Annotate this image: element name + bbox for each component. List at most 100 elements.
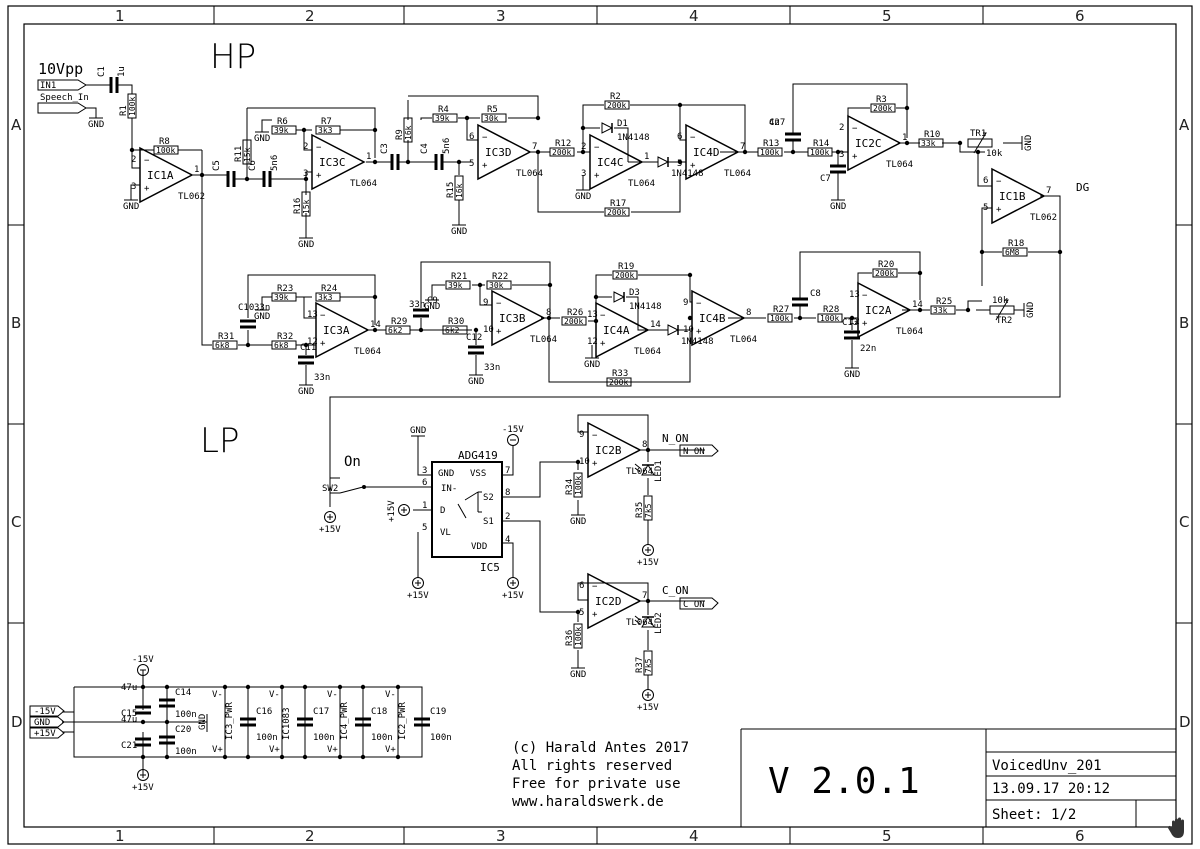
svg-text:100k: 100k <box>128 97 137 116</box>
svg-text:C8: C8 <box>810 289 821 299</box>
svg-text:200k: 200k <box>873 104 892 113</box>
resistor-r28[interactable]: 100kR28 <box>817 305 843 323</box>
resistor-r6[interactable]: 39kR6 <box>271 117 297 135</box>
resistor-r13[interactable]: 100kR13 <box>757 139 783 157</box>
svg-text:TL064: TL064 <box>628 179 655 189</box>
capacitor-c11[interactable]: C1133n <box>298 343 330 383</box>
svg-text:100n: 100n <box>175 747 197 757</box>
port-n-on[interactable]: N_ON N_ON <box>662 432 719 457</box>
capacitor-c18[interactable]: C18 100n <box>355 707 393 743</box>
svg-text:−: − <box>592 431 598 441</box>
capacitor-c21[interactable]: C21 47u <box>121 715 151 751</box>
resistor-r3[interactable]: 200kR3 <box>870 95 896 113</box>
resistor-r29[interactable]: 6k2R29 <box>385 317 411 335</box>
resistor-r15[interactable]: 16kR15 <box>446 175 464 201</box>
svg-text:R19: R19 <box>618 262 634 272</box>
resistor-r34[interactable]: 100kR34 <box>565 472 583 498</box>
capacitor-c12[interactable]: C12 33n <box>466 333 500 373</box>
ground-symbol: GND <box>830 199 846 212</box>
svg-text:IC2C: IC2C <box>855 137 882 150</box>
trimmer-tr2[interactable]: 10k TR2 <box>989 296 1015 326</box>
capacitor-c5[interactable]: C5 <box>212 160 236 187</box>
resistor-r20[interactable]: 200kR20 <box>872 260 898 278</box>
capacitor-c20[interactable]: C20 100n <box>159 725 197 757</box>
mux-pin-name: VDD <box>471 542 487 552</box>
capacitor-c1[interactable]: C1 1u <box>97 66 127 93</box>
diode-d1[interactable]: D11N4148 <box>601 119 650 143</box>
resistor-r7[interactable]: 3k3R7 <box>315 117 341 135</box>
svg-text:C18: C18 <box>371 707 387 717</box>
resistor-r24[interactable]: 3k3R24 <box>315 284 341 302</box>
resistor-r22[interactable]: 30kR22 <box>486 272 512 290</box>
resistor-r31[interactable]: 6k8R31 <box>212 332 238 350</box>
capacitor-c8[interactable]: C8 <box>792 289 821 307</box>
resistor-r32[interactable]: 6k8R32 <box>271 332 297 350</box>
svg-text:TL064: TL064 <box>634 347 661 357</box>
schematic-canvas[interactable]: 1 2 3 4 5 6 1 2 3 4 5 6 A B C D A B C D HP LP 10Vpp DG I… <box>0 0 1200 849</box>
capacitor-c16[interactable]: C16 100n <box>240 707 278 743</box>
resistor-r37[interactable]: 7k5R37 <box>635 650 653 676</box>
svg-text:TR2: TR2 <box>996 316 1012 326</box>
resistor-r36[interactable]: 100kR36 <box>565 623 583 649</box>
port-pos15[interactable]: +15V <box>29 727 65 739</box>
frame-col-label: 2 <box>305 7 315 25</box>
capacitor-c6[interactable]: C6 5n6 <box>248 155 280 187</box>
capacitor-c19[interactable]: C19 100n <box>414 707 452 743</box>
svg-text:R21: R21 <box>451 272 467 282</box>
svg-text:3k3: 3k3 <box>318 126 333 135</box>
capacitor-c3[interactable]: C3 <box>380 143 400 170</box>
resistor-r10[interactable]: 33kR10 <box>918 130 944 148</box>
resistor-r17[interactable]: 200kR17 <box>604 199 630 217</box>
svg-text:R2: R2 <box>610 92 621 102</box>
resistor-r2[interactable]: 200kR2 <box>604 92 630 110</box>
ground-symbol: GND <box>1023 302 1036 318</box>
svg-text:+15V: +15V <box>637 558 659 568</box>
svg-text:R17: R17 <box>610 199 626 209</box>
resistor-r26[interactable]: 200kR26 <box>561 308 587 326</box>
resistor-r30[interactable]: 6k2R30 <box>442 317 468 335</box>
port-gnd[interactable]: GND <box>29 716 65 728</box>
svg-text:R29: R29 <box>391 317 407 327</box>
resistor-r1[interactable]: 100kR1 <box>119 93 137 119</box>
capacitor-c2[interactable]: C24n7 <box>769 118 801 142</box>
port-c-on[interactable]: C_ON C_ON <box>662 584 719 610</box>
resistor-r4[interactable]: 39kR4 <box>432 105 458 123</box>
resistor-r9[interactable]: 16kR9 <box>395 117 413 143</box>
switch-sw2[interactable]: SW2 On <box>322 454 366 494</box>
svg-text:−: − <box>144 156 150 166</box>
resistor-r21[interactable]: 39kR21 <box>445 272 471 290</box>
resistor-r35[interactable]: 7k5R35 <box>635 495 653 521</box>
resistor-r19[interactable]: 200kR19 <box>612 262 638 280</box>
capacitor-c7[interactable]: C7 <box>820 164 846 184</box>
svg-text:100n: 100n <box>256 733 278 743</box>
svg-text:R27: R27 <box>773 305 789 315</box>
capacitor-c17[interactable]: C17 100n <box>297 707 335 743</box>
svg-text:+: + <box>482 161 488 171</box>
resistor-r8[interactable]: 100kR8 <box>153 137 179 155</box>
resistor-r33[interactable]: 200kR33 <box>606 369 632 387</box>
svg-text:GND: GND <box>298 240 314 250</box>
resistor-r14[interactable]: 100kR14 <box>807 139 833 157</box>
resistor-r27[interactable]: 100kR27 <box>767 305 793 323</box>
trimmer-tr1[interactable]: TR110k <box>967 129 1003 159</box>
mux-pin-number: 4 <box>505 535 510 545</box>
port-speech-in[interactable] <box>37 102 87 114</box>
resistor-r12[interactable]: 200kR12 <box>549 139 575 157</box>
port-neg15[interactable]: -15V <box>29 705 65 717</box>
opamp-ic3c[interactable]: −+IC3CTL064231 <box>303 133 377 191</box>
mux-pin-number: 6 <box>422 478 427 488</box>
port-in1[interactable]: IN1 <box>37 79 87 91</box>
dg-label: DG <box>1076 181 1089 194</box>
capacitor-c4[interactable]: C4 5n6 <box>420 138 452 170</box>
resistor-r18[interactable]: 6M8R18 <box>1002 239 1028 257</box>
adg419-mux: ADG419 IC5 3 GND 6 IN- 1 D 5 VL 7 VSS 8 S2 2 S1 4 VDD <box>422 449 510 574</box>
resistor-r25[interactable]: 33kR25 <box>930 297 956 315</box>
resistor-r5[interactable]: 30kR5 <box>481 105 507 123</box>
capacitor-c15[interactable]: C1547u <box>121 683 151 719</box>
resistor-r16[interactable]: 15kR16 <box>293 191 311 217</box>
svg-text:100n: 100n <box>430 733 452 743</box>
ground-symbol: GND <box>298 237 314 250</box>
resistor-r23[interactable]: 39kR23 <box>271 284 297 302</box>
capacitor-c14[interactable]: C14 100n <box>159 688 197 720</box>
svg-text:R12: R12 <box>555 139 571 149</box>
